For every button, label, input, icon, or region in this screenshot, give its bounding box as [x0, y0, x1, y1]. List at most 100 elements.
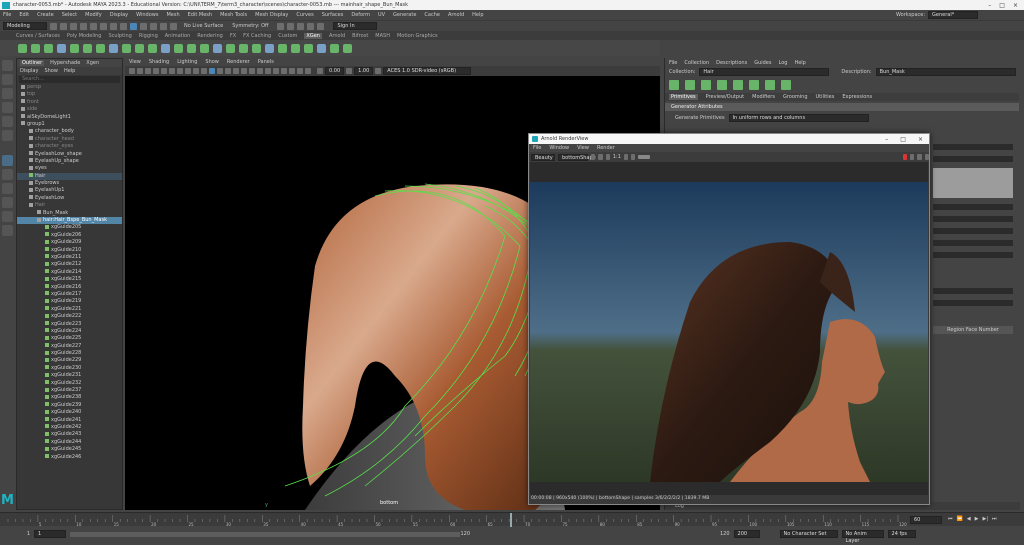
anim-layer-dropdown[interactable]: No Anim Layer: [841, 530, 884, 544]
description-dropdown[interactable]: Bun_Mask: [875, 68, 1016, 76]
xgen-tab-preview-output[interactable]: Preview/Output: [706, 94, 745, 100]
guide-to-curves-icon[interactable]: [717, 80, 727, 90]
stop-render-icon[interactable]: [902, 154, 908, 160]
outliner-row[interactable]: persp: [17, 84, 122, 91]
menu-mesh[interactable]: Mesh: [166, 12, 179, 18]
menu-select[interactable]: Select: [62, 12, 77, 18]
render-frame-icon[interactable]: [277, 22, 285, 30]
resolution-gate-icon[interactable]: [177, 68, 183, 74]
outliner-row[interactable]: Hair: [17, 202, 122, 209]
graph-layout-icon[interactable]: [2, 197, 13, 208]
shelf-tab-xgen[interactable]: XGen: [304, 32, 322, 39]
depth-of-field-icon[interactable]: [281, 68, 287, 74]
outliner-row[interactable]: group1: [17, 121, 122, 128]
outliner-row[interactable]: xgGuide227: [17, 343, 122, 350]
persp-outliner-layout-icon[interactable]: [2, 183, 13, 194]
viewport-menu-panels[interactable]: Panels: [258, 59, 274, 65]
xray-icon[interactable]: [297, 68, 303, 74]
outliner-row[interactable]: xgGuide242: [17, 424, 122, 431]
outliner-row[interactable]: xgGuide223: [17, 321, 122, 328]
outliner-tab-xgen[interactable]: Xgen: [86, 60, 99, 66]
curves-to-guides-icon[interactable]: [265, 43, 274, 53]
xgen-tab-expressions[interactable]: Expressions: [842, 94, 872, 100]
maximize-button[interactable]: □: [999, 2, 1005, 9]
menu-mesh-display[interactable]: Mesh Display: [255, 12, 288, 18]
interactive-groom-icon[interactable]: [187, 43, 196, 53]
viewport-menu-show[interactable]: Show: [205, 59, 219, 65]
channel-icon[interactable]: [591, 154, 596, 160]
exposure-field[interactable]: 0.00: [325, 67, 345, 75]
outliner-row[interactable]: xgGuide243: [17, 431, 122, 438]
shelf-tab-curves-surfaces[interactable]: Curves / Surfaces: [16, 33, 60, 39]
outliner-row[interactable]: hair:Hair_Bspe_Bun_Mask: [17, 217, 122, 225]
minimize-button[interactable]: –: [988, 2, 991, 9]
go-to-end-icon[interactable]: ⏭: [992, 516, 997, 522]
move-tool-icon[interactable]: [2, 102, 13, 113]
outliner-row[interactable]: xgGuide206: [17, 232, 122, 239]
outliner-row[interactable]: EyelashUp_shape: [17, 158, 122, 165]
pick-icon[interactable]: [605, 154, 610, 160]
snap-point-icon[interactable]: [160, 22, 167, 30]
outliner-row[interactable]: EyelashLow_shape: [17, 151, 122, 158]
outliner-row[interactable]: xgGuide215: [17, 276, 122, 283]
outliner-tab-hypershade[interactable]: Hypershade: [50, 60, 80, 66]
undo-icon[interactable]: [80, 22, 87, 30]
menu-windows[interactable]: Windows: [136, 12, 158, 18]
shelf-tab-bifrost[interactable]: Bifrost: [352, 33, 368, 39]
ipr-render-icon[interactable]: [287, 22, 295, 30]
xgen-tab-utilities[interactable]: Utilities: [816, 94, 835, 100]
renderview-close-button[interactable]: ×: [918, 136, 923, 143]
outliner-row[interactable]: xgGuide238: [17, 394, 122, 401]
xray-joints-icon[interactable]: [305, 68, 311, 74]
playback-start-field[interactable]: 1: [34, 530, 66, 538]
attr-field[interactable]: [933, 240, 1013, 246]
preview-icon[interactable]: [200, 43, 209, 53]
grid-icon[interactable]: [161, 68, 167, 74]
outliner-tab-outliner[interactable]: Outliner: [20, 60, 45, 66]
flip-guides-icon[interactable]: [765, 80, 775, 90]
hypershade-icon[interactable]: [307, 22, 315, 30]
select-tool-icon[interactable]: [2, 60, 13, 71]
renderview-menu-view[interactable]: View: [577, 145, 589, 151]
renderview-menu-window[interactable]: Window: [549, 145, 569, 151]
guides-to-curves-icon[interactable]: [278, 43, 287, 53]
outliner-row[interactable]: xgGuide244: [17, 439, 122, 446]
range-slider[interactable]: 120: [70, 531, 470, 537]
open-scene-icon[interactable]: [60, 22, 67, 30]
menu-edit-mesh[interactable]: Edit Mesh: [188, 12, 212, 18]
gate-mask-icon[interactable]: [185, 68, 191, 74]
film-gate-icon[interactable]: [169, 68, 175, 74]
step-back-key-icon[interactable]: ⏪: [957, 516, 963, 522]
camera-dropdown[interactable]: bottomShape: [558, 153, 596, 161]
outliner-row[interactable]: xgGuide219: [17, 298, 122, 305]
color-management-icon[interactable]: [375, 68, 382, 74]
snap-curve-icon[interactable]: [150, 22, 157, 30]
groom-brush-icon[interactable]: [96, 43, 105, 53]
select-component-icon[interactable]: [120, 22, 127, 30]
outliner-row[interactable]: xgGuide230: [17, 365, 122, 372]
outliner-row[interactable]: character_head: [17, 136, 122, 143]
attr-field[interactable]: [933, 228, 1013, 234]
outliner-row[interactable]: xgGuide212: [17, 261, 122, 268]
place-guide-icon[interactable]: [70, 43, 79, 53]
time-slider[interactable]: 5 10 15 20 25 30 35 40 45 50 55 60 65 70 75 80 85 90 95 100…: [0, 512, 1024, 527]
outliner-row[interactable]: xgGuide209: [17, 239, 122, 246]
outliner-row[interactable]: front: [17, 99, 122, 106]
paint-select-icon[interactable]: [2, 88, 13, 99]
safe-action-icon[interactable]: [201, 68, 207, 74]
character-set-dropdown[interactable]: No Character Set: [779, 530, 838, 538]
rotate-tool-icon[interactable]: [2, 116, 13, 127]
create-description-icon[interactable]: [669, 80, 679, 90]
workspace-selector[interactable]: Workspace: General*: [896, 11, 979, 19]
live-surface-label[interactable]: No Live Surface: [184, 23, 223, 29]
attr-field[interactable]: [933, 288, 1013, 294]
image-plane-icon[interactable]: [153, 68, 159, 74]
outliner-row[interactable]: xgGuide222: [17, 313, 122, 320]
attr-field[interactable]: [933, 144, 1013, 150]
xgen-menu-help[interactable]: Help: [794, 60, 805, 66]
shelf-tab-rendering[interactable]: Rendering: [197, 33, 223, 39]
add-guide-icon[interactable]: [685, 80, 695, 90]
mode-dropdown[interactable]: Modeling: [3, 22, 47, 30]
redo-icon[interactable]: [90, 22, 97, 30]
textured-icon[interactable]: [233, 68, 239, 74]
